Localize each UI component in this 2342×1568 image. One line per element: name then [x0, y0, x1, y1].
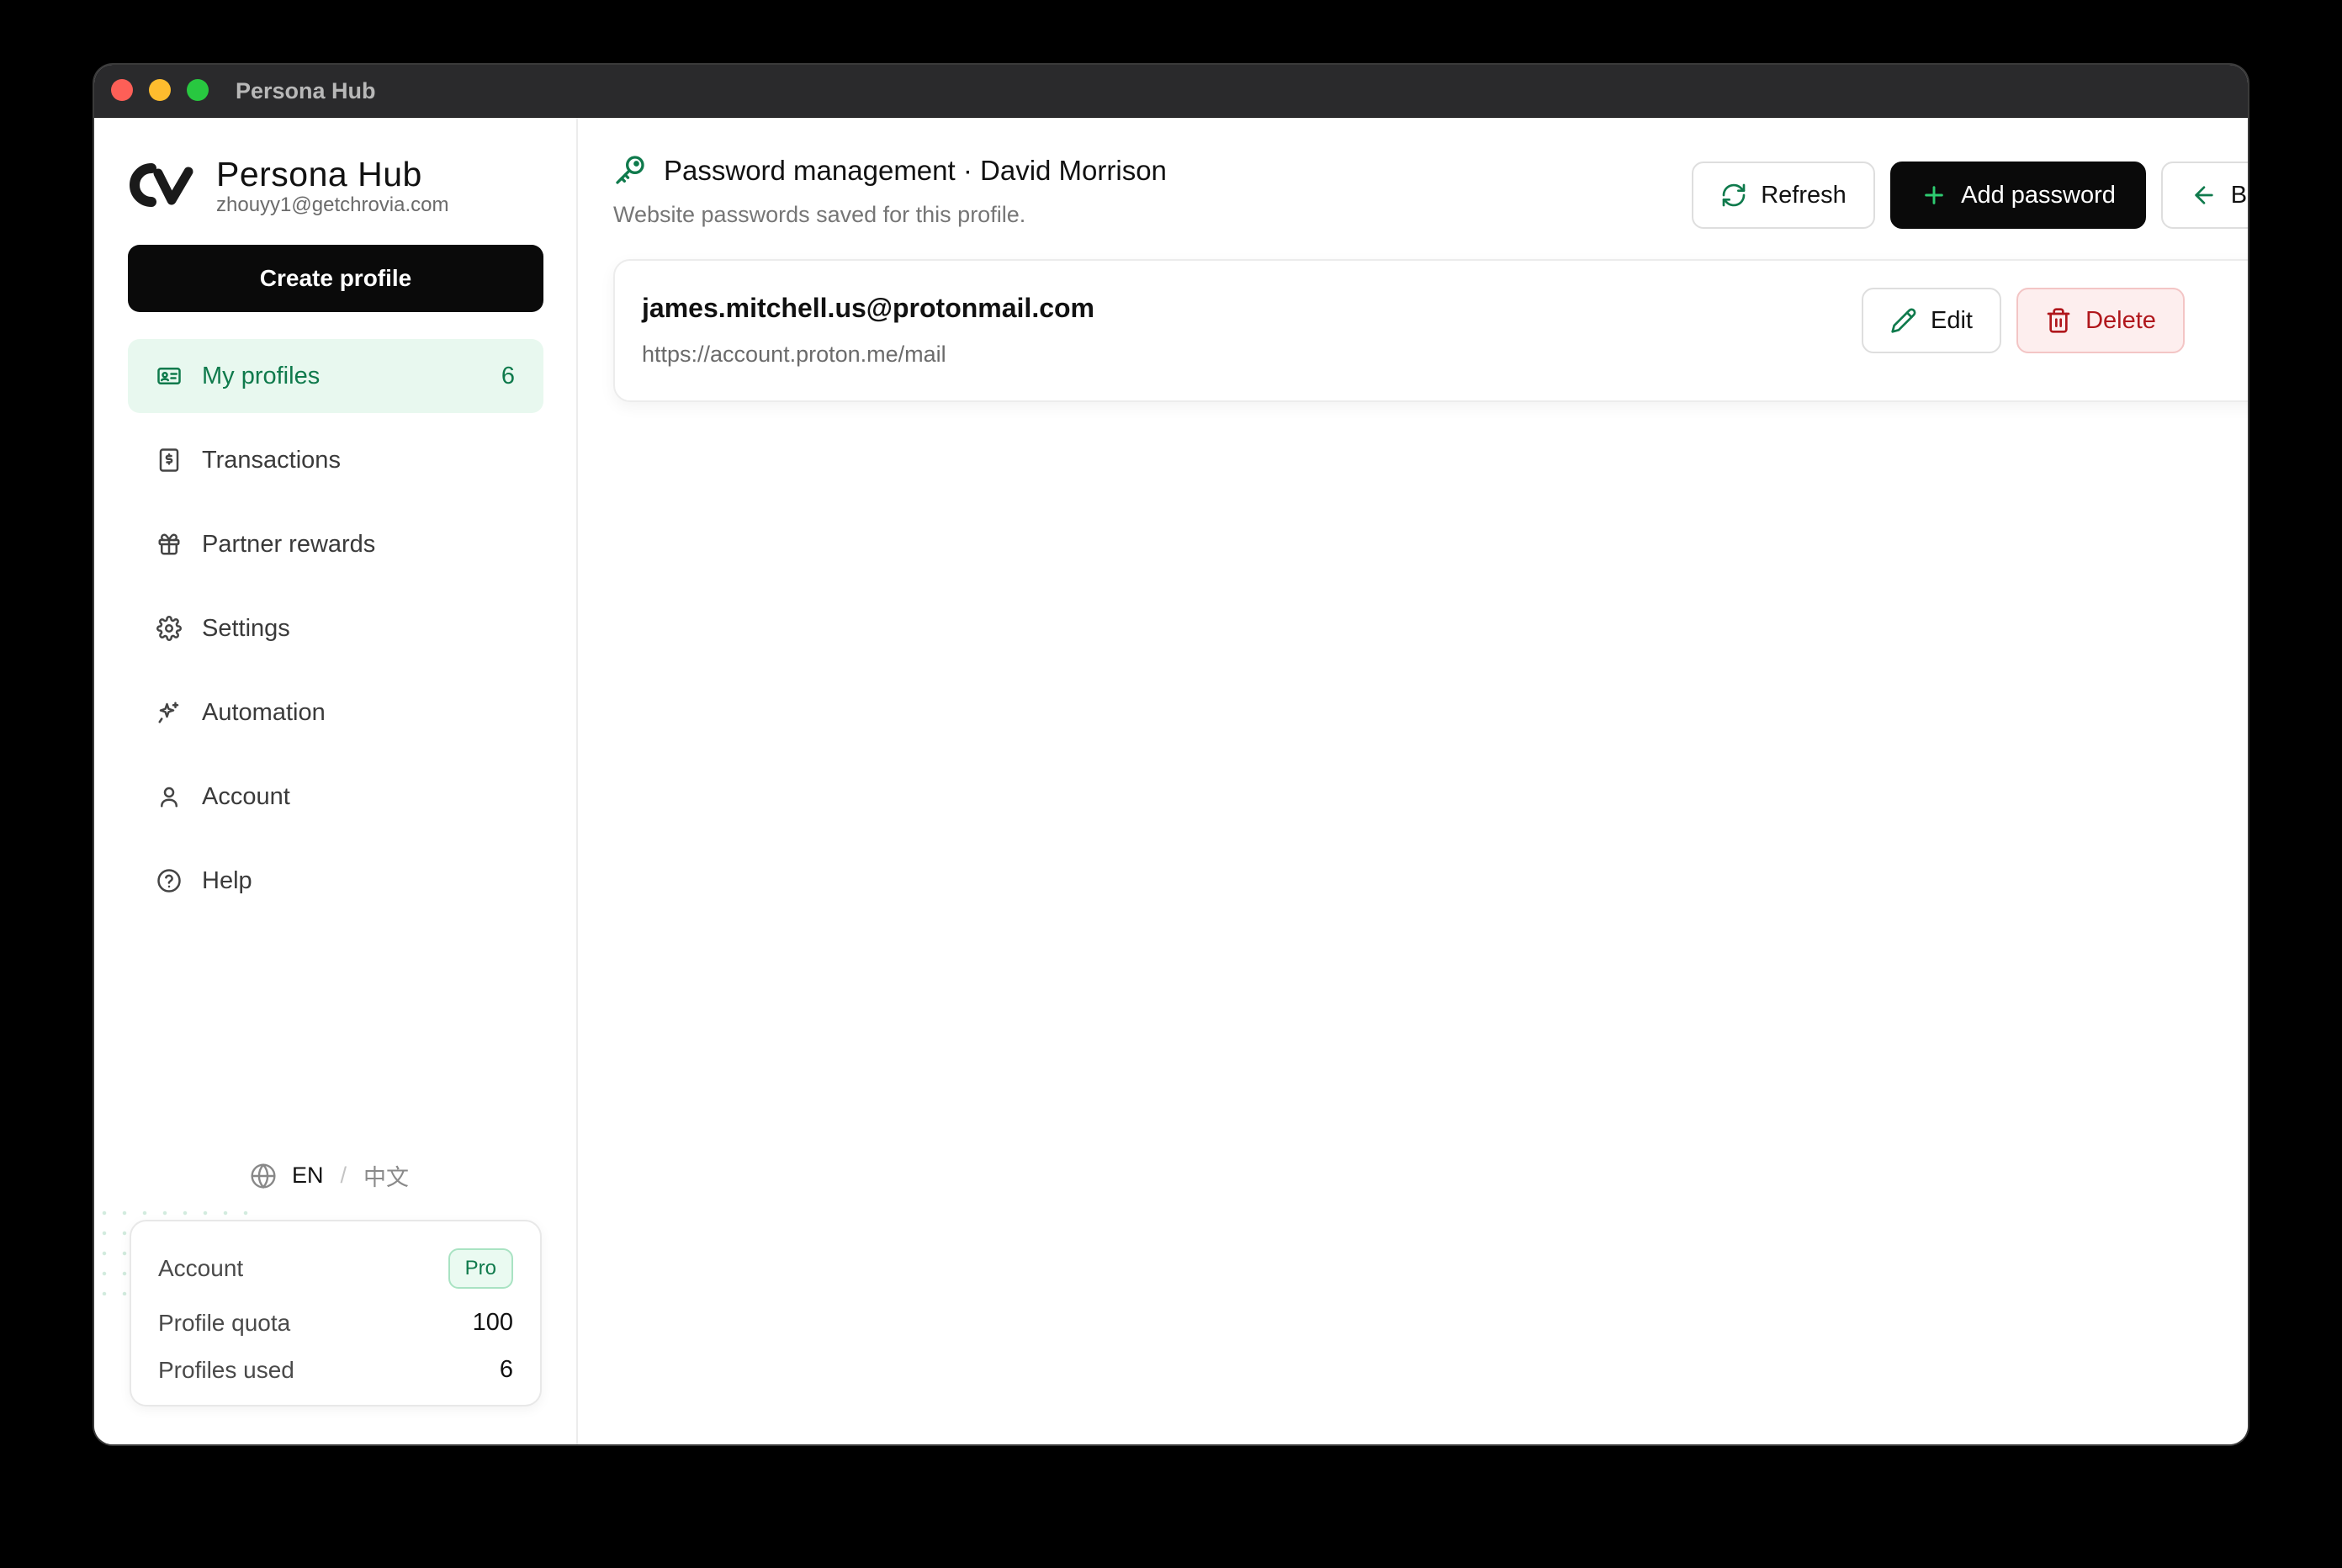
edit-password-button[interactable]: Edit: [1862, 288, 2001, 353]
sidebar-item-label: Help: [202, 866, 252, 894]
id-card-icon: [155, 362, 183, 390]
zoom-window-button[interactable]: [187, 79, 209, 101]
plan-badge: Pro: [448, 1248, 513, 1289]
sidebar-item-label: Account: [202, 782, 290, 810]
delete-password-button[interactable]: Delete: [2016, 288, 2185, 353]
password-entry-card: james.mitchell.us@protonmail.com https:/…: [613, 259, 2248, 402]
profile-count-badge: 6: [501, 362, 515, 389]
sidebar-item-automation[interactable]: Automation: [128, 675, 543, 750]
sidebar-item-label: Transactions: [202, 446, 341, 474]
gear-icon: [155, 614, 183, 643]
profiles-used-row: Profiles used 6: [158, 1356, 513, 1384]
brand-logo-icon: [130, 163, 193, 207]
title-bar: Persona Hub: [94, 65, 2248, 118]
sidebar-item-my-profiles[interactable]: My profiles 6: [128, 339, 543, 413]
refresh-label: Refresh: [1761, 181, 1847, 209]
language-separator: /: [340, 1163, 347, 1188]
back-label: Back: [2230, 181, 2248, 209]
language-option-en[interactable]: EN: [292, 1163, 324, 1189]
gift-icon: [155, 530, 183, 559]
page-title: Password management · David Morrison: [664, 155, 1167, 186]
language-switcher: EN / 中文: [250, 1159, 409, 1192]
edit-label: Edit: [1931, 306, 1973, 334]
close-window-button[interactable]: [111, 79, 133, 101]
sidebar-item-settings[interactable]: Settings: [128, 591, 543, 665]
user-icon: [155, 782, 183, 811]
profile-quota-label: Profile quota: [158, 1309, 291, 1336]
plus-icon: [1925, 186, 1943, 204]
key-icon: [616, 156, 644, 184]
page-subtitle: Website passwords saved for this profile…: [613, 202, 1026, 227]
trash-icon: [2047, 308, 2070, 333]
sidebar-item-help[interactable]: Help: [128, 844, 543, 918]
sidebar-item-account[interactable]: Account: [128, 760, 543, 834]
sidebar: Persona Hub zhouyy1@getchrovia.com Creat…: [94, 118, 578, 1444]
password-entry-email: james.mitchell.us@protonmail.com: [642, 293, 1094, 323]
create-profile-button[interactable]: Create profile: [128, 245, 543, 312]
sidebar-item-label: Automation: [202, 698, 326, 726]
sidebar-nav: My profiles 6 Transactions Partner rewar…: [128, 339, 543, 928]
main-content: Password management · David Morrison Web…: [580, 118, 2248, 1444]
globe-icon: [251, 1163, 276, 1189]
app-window: Persona Hub Persona Hub zhouyy1@getchrov…: [94, 65, 2248, 1444]
account-plan-row: Account Pro: [158, 1248, 513, 1289]
add-password-label: Add password: [1961, 181, 2116, 209]
sidebar-item-label: Partner rewards: [202, 530, 376, 558]
profiles-used-label: Profiles used: [158, 1356, 294, 1383]
profiles-used-value: 6: [499, 1356, 513, 1383]
sidebar-item-label: My profiles: [202, 362, 321, 389]
sidebar-item-label: Settings: [202, 614, 290, 642]
user-email: zhouyy1@getchrovia.com: [216, 193, 449, 216]
refresh-icon: [1722, 183, 1746, 207]
sparkles-icon: [155, 698, 183, 727]
sidebar-item-partner-rewards[interactable]: Partner rewards: [128, 507, 543, 581]
delete-label: Delete: [2085, 306, 2156, 334]
refresh-button[interactable]: Refresh: [1692, 162, 1875, 229]
arrow-left-icon: [2195, 186, 2213, 204]
back-button[interactable]: Back: [2161, 162, 2248, 229]
pencil-icon: [1891, 308, 1916, 333]
profile-quota-row: Profile quota 100: [158, 1309, 513, 1337]
profile-quota-value: 100: [472, 1309, 513, 1336]
account-label: Account: [158, 1255, 244, 1281]
receipt-icon: [155, 446, 183, 474]
brand-name: Persona Hub: [216, 155, 422, 193]
add-password-button[interactable]: Add password: [1890, 162, 2146, 229]
minimize-window-button[interactable]: [149, 79, 171, 101]
account-summary-card: Account Pro Profile quota 100 Profiles u…: [130, 1220, 542, 1406]
language-option-zh[interactable]: 中文: [363, 1159, 409, 1192]
password-entry-url: https://account.proton.me/mail: [642, 342, 946, 367]
window-title: Persona Hub: [236, 78, 376, 103]
sidebar-item-transactions[interactable]: Transactions: [128, 423, 543, 497]
help-circle-icon: [155, 866, 183, 895]
